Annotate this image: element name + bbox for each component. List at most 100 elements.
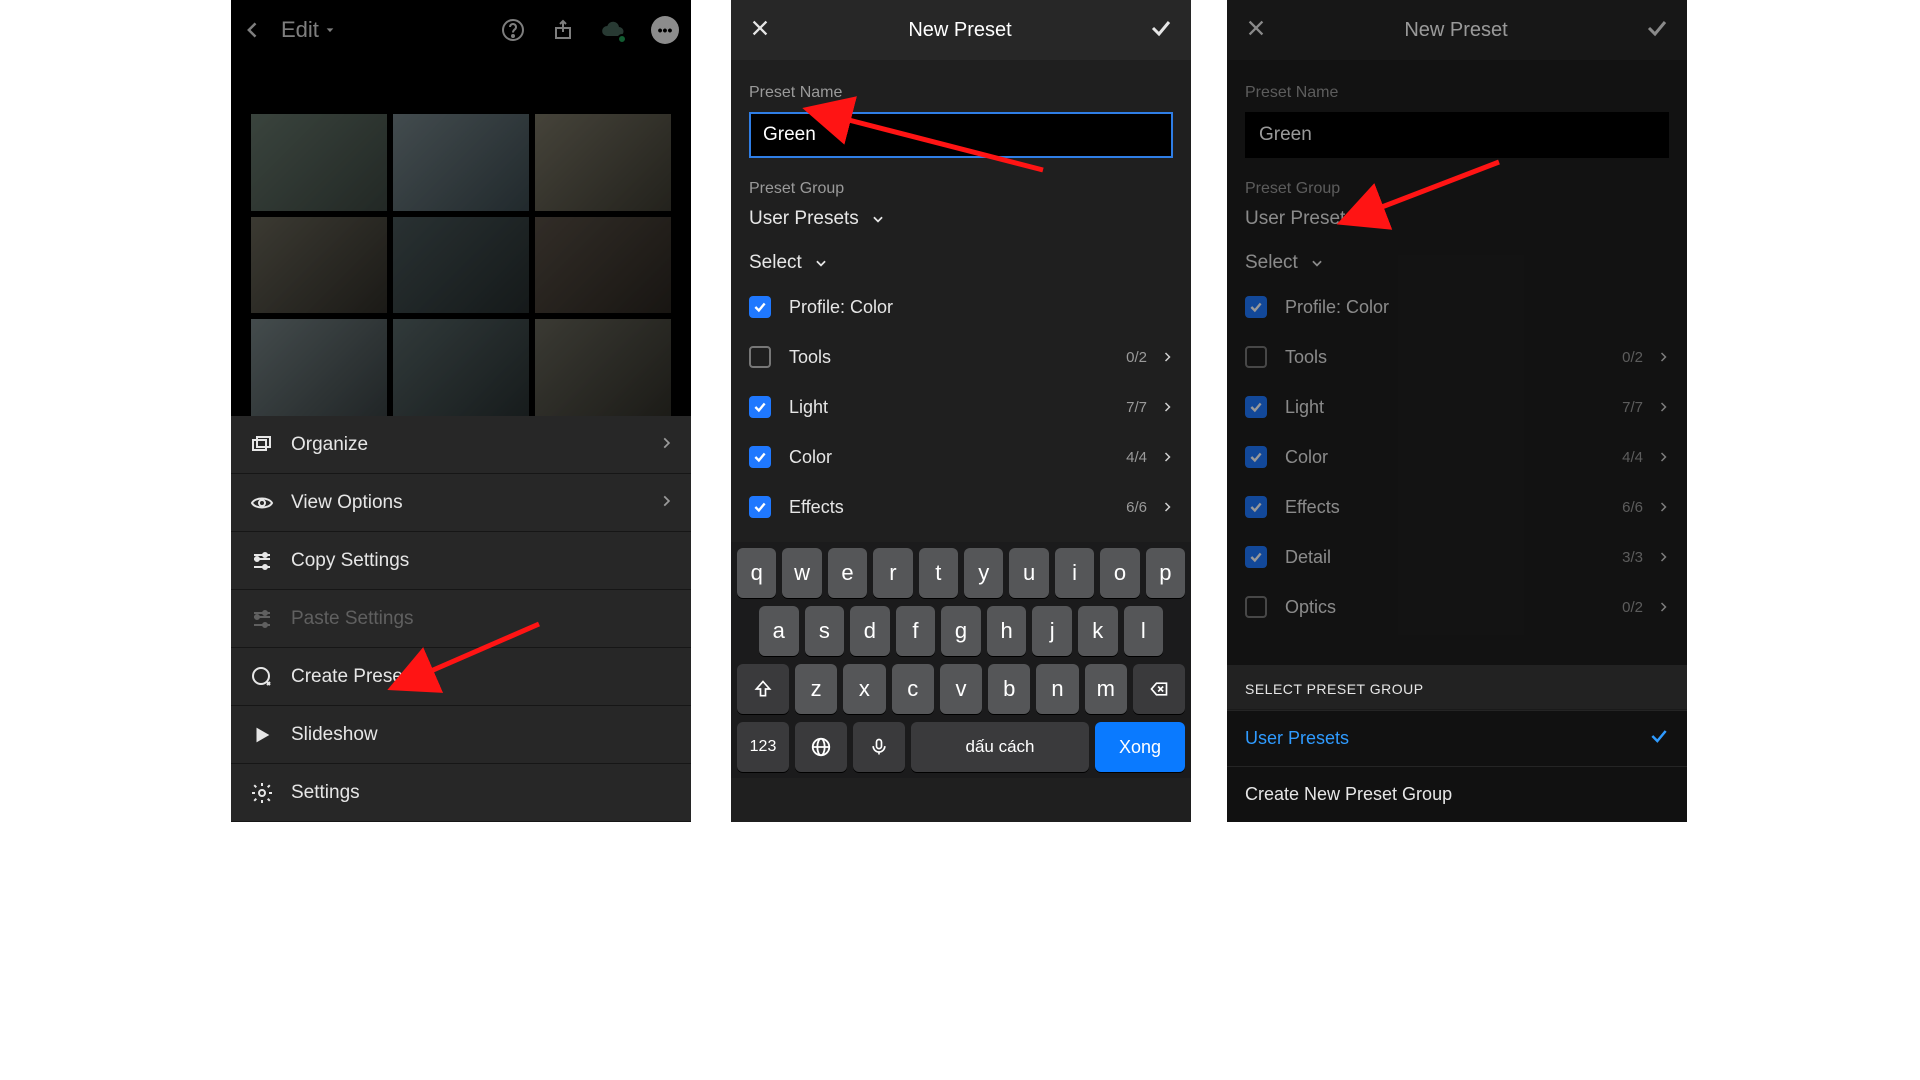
photo-thumb[interactable]: [251, 217, 387, 314]
menu-slideshow[interactable]: Slideshow: [231, 706, 691, 764]
preset-group-dropdown[interactable]: User Presets: [1245, 208, 1669, 230]
checkbox-checked-icon[interactable]: [749, 296, 771, 318]
letter-key[interactable]: d: [850, 606, 890, 656]
check-icon: [1649, 726, 1669, 751]
menu-copy-settings[interactable]: Copy Settings: [231, 532, 691, 590]
letter-key[interactable]: e: [828, 548, 867, 598]
letter-key[interactable]: v: [940, 664, 982, 714]
option-light[interactable]: Light 7/7: [1245, 382, 1669, 432]
menu-settings[interactable]: Settings: [231, 764, 691, 822]
letter-key[interactable]: j: [1032, 606, 1072, 656]
preset-group-dropdown[interactable]: User Presets: [749, 208, 1173, 230]
menu-label: View Options: [291, 492, 403, 514]
letter-key[interactable]: q: [737, 548, 776, 598]
chevron-right-icon: [659, 434, 673, 456]
letter-key[interactable]: x: [843, 664, 885, 714]
option-detail[interactable]: Detail 3/3: [1245, 532, 1669, 582]
option-profile[interactable]: Profile: Color: [749, 282, 1173, 332]
back-icon[interactable]: [243, 20, 263, 40]
letter-key[interactable]: a: [759, 606, 799, 656]
sheet-option-create-new-group[interactable]: Create New Preset Group: [1227, 766, 1687, 822]
shift-key[interactable]: [737, 664, 789, 714]
letter-key[interactable]: o: [1100, 548, 1139, 598]
photo-thumb[interactable]: [393, 114, 529, 211]
close-icon[interactable]: [1245, 17, 1267, 44]
letter-key[interactable]: t: [919, 548, 958, 598]
photo-thumb[interactable]: [535, 319, 671, 416]
more-icon[interactable]: •••: [651, 16, 679, 44]
backspace-key[interactable]: [1133, 664, 1185, 714]
letter-key[interactable]: b: [988, 664, 1030, 714]
checkbox-unchecked-icon[interactable]: [1245, 346, 1267, 368]
photo-thumb[interactable]: [251, 114, 387, 211]
option-tools[interactable]: Tools 0/2: [749, 332, 1173, 382]
sheet-option-user-presets[interactable]: User Presets: [1227, 710, 1687, 766]
help-icon[interactable]: [501, 18, 525, 42]
menu-view-options[interactable]: View Options: [231, 474, 691, 532]
letter-key[interactable]: s: [805, 606, 845, 656]
preset-group-value: User Presets: [749, 208, 859, 230]
option-effects[interactable]: Effects 6/6: [1245, 482, 1669, 532]
preset-name-input[interactable]: [1245, 112, 1669, 158]
checkbox-checked-icon[interactable]: [1245, 496, 1267, 518]
close-icon[interactable]: [749, 17, 771, 44]
letter-key[interactable]: k: [1078, 606, 1118, 656]
checkbox-checked-icon[interactable]: [749, 446, 771, 468]
cloud-sync-icon[interactable]: [601, 18, 625, 42]
checkbox-checked-icon[interactable]: [1245, 396, 1267, 418]
checkbox-checked-icon[interactable]: [749, 496, 771, 518]
option-profile[interactable]: Profile: Color: [1245, 282, 1669, 332]
mode-dropdown[interactable]: Edit: [281, 17, 335, 43]
keyboard-row: qwertyuiop: [737, 548, 1185, 598]
letter-key[interactable]: g: [941, 606, 981, 656]
checkbox-unchecked-icon[interactable]: [1245, 596, 1267, 618]
photo-thumb[interactable]: [535, 114, 671, 211]
menu-create-preset[interactable]: Create Preset: [231, 648, 691, 706]
option-optics[interactable]: Optics 0/2: [1245, 582, 1669, 632]
space-key[interactable]: dấu cách: [911, 722, 1089, 772]
select-all-dropdown[interactable]: Select: [1245, 252, 1669, 274]
letter-key[interactable]: l: [1124, 606, 1164, 656]
letter-key[interactable]: i: [1055, 548, 1094, 598]
letter-key[interactable]: u: [1009, 548, 1048, 598]
globe-key[interactable]: [795, 722, 847, 772]
select-all-dropdown[interactable]: Select: [749, 252, 1173, 274]
chevron-right-icon: [1161, 497, 1173, 518]
done-key[interactable]: Xong: [1095, 722, 1185, 772]
letter-key[interactable]: p: [1146, 548, 1185, 598]
option-tools[interactable]: Tools 0/2: [1245, 332, 1669, 382]
checkbox-checked-icon[interactable]: [749, 396, 771, 418]
menu-organize[interactable]: Organize: [231, 416, 691, 474]
letter-key[interactable]: h: [987, 606, 1027, 656]
confirm-icon[interactable]: [1149, 16, 1173, 45]
letter-key[interactable]: z: [795, 664, 837, 714]
letter-key[interactable]: n: [1036, 664, 1078, 714]
option-label: Profile: Color: [789, 297, 893, 318]
checkbox-unchecked-icon[interactable]: [749, 346, 771, 368]
option-light[interactable]: Light 7/7: [749, 382, 1173, 432]
letter-key[interactable]: y: [964, 548, 1003, 598]
photo-thumb[interactable]: [251, 319, 387, 416]
letter-key[interactable]: w: [782, 548, 821, 598]
confirm-icon[interactable]: [1645, 16, 1669, 45]
letter-key[interactable]: m: [1085, 664, 1127, 714]
checkbox-checked-icon[interactable]: [1245, 446, 1267, 468]
photo-thumb[interactable]: [393, 319, 529, 416]
letter-key[interactable]: f: [896, 606, 936, 656]
option-color[interactable]: Color 4/4: [1245, 432, 1669, 482]
photo-grid: [231, 110, 691, 416]
option-effects[interactable]: Effects 6/6: [749, 482, 1173, 532]
letter-key[interactable]: r: [873, 548, 912, 598]
share-icon[interactable]: [551, 18, 575, 42]
mic-key[interactable]: [853, 722, 905, 772]
checkbox-checked-icon[interactable]: [1245, 546, 1267, 568]
option-label: Light: [789, 397, 828, 418]
photo-thumb[interactable]: [393, 217, 529, 314]
gear-icon: [249, 780, 275, 806]
preset-name-input[interactable]: [749, 112, 1173, 158]
option-color[interactable]: Color 4/4: [749, 432, 1173, 482]
mode-key[interactable]: 123: [737, 722, 789, 772]
checkbox-checked-icon[interactable]: [1245, 296, 1267, 318]
letter-key[interactable]: c: [892, 664, 934, 714]
photo-thumb[interactable]: [535, 217, 671, 314]
